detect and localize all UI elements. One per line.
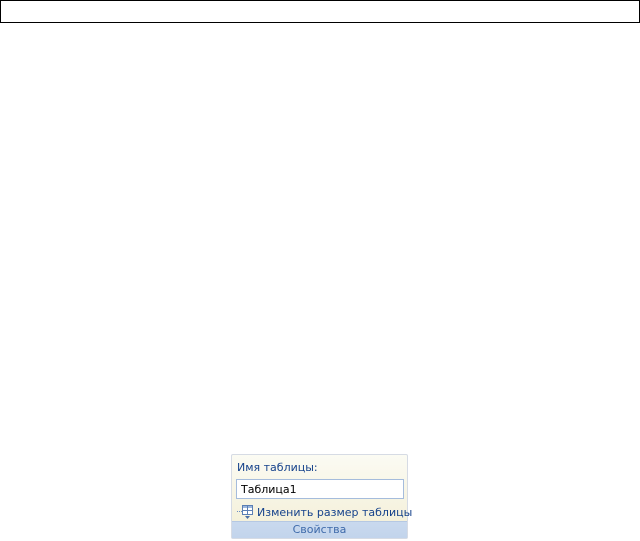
properties-group: Имя таблицы: Изменить размер та bbox=[231, 454, 412, 539]
resize-table-icon bbox=[236, 504, 254, 520]
group-title: Свойства bbox=[232, 521, 407, 538]
resize-table-button[interactable]: Изменить размер таблицы bbox=[236, 503, 412, 521]
table-name-input[interactable] bbox=[236, 479, 404, 499]
top-bar bbox=[0, 0, 640, 23]
table-name-label: Имя таблицы: bbox=[237, 461, 318, 474]
group-body: Имя таблицы: Изменить размер та bbox=[232, 455, 412, 523]
resize-table-label: Изменить размер таблицы bbox=[257, 505, 413, 519]
